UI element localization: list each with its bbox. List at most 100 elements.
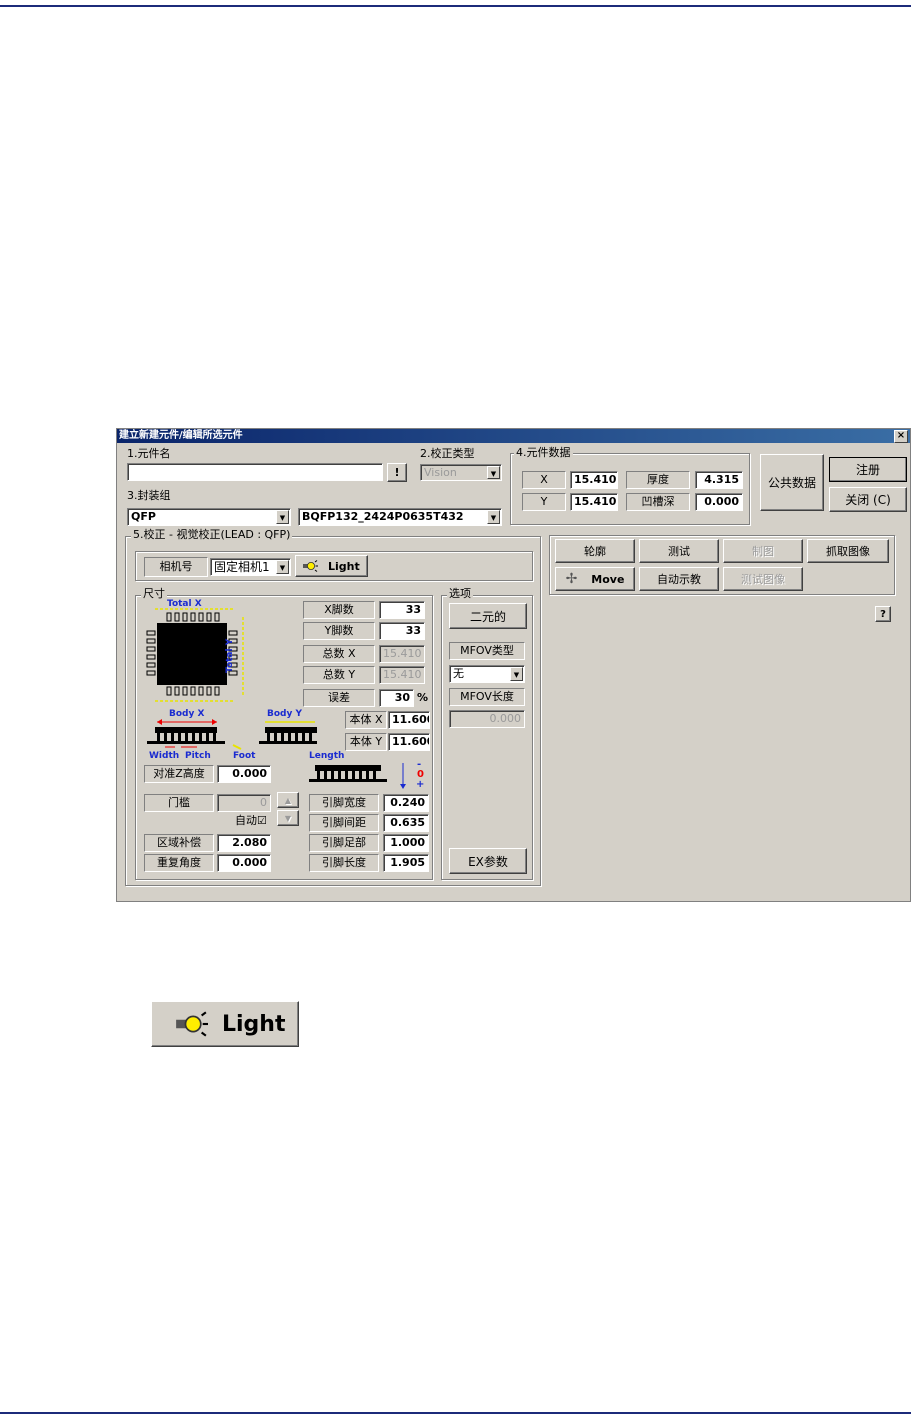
camera-select[interactable]: 固定相机1 ▼ bbox=[210, 558, 291, 576]
groove-value[interactable]: 0.000 bbox=[695, 493, 743, 511]
outline-button[interactable]: 轮廓 bbox=[555, 539, 635, 563]
component-data-group bbox=[510, 453, 750, 525]
light-button-zoom[interactable]: Light bbox=[151, 1001, 299, 1047]
pitch-label: Pitch bbox=[185, 751, 211, 761]
body-y-value[interactable]: 11.600 bbox=[388, 733, 430, 751]
lead-width-value[interactable]: 0.240 bbox=[383, 794, 429, 812]
move-label: Move bbox=[591, 572, 625, 586]
x-value[interactable]: 15.410 bbox=[570, 471, 618, 489]
lead-foot-label: 引脚足部 bbox=[309, 834, 379, 852]
chevron-down-icon: ▼ bbox=[510, 667, 523, 681]
light-zoom-label: Light bbox=[222, 1011, 286, 1037]
body-x-value[interactable]: 11.600 bbox=[388, 711, 430, 729]
thickness-label: 厚度 bbox=[626, 471, 690, 489]
align-z-value[interactable]: 0.000 bbox=[217, 765, 271, 783]
component-name-label: 1.元件名 bbox=[127, 447, 171, 460]
total-x-field-label: 总数 X bbox=[303, 645, 375, 663]
auto-checkbox[interactable]: 自动☑ bbox=[235, 814, 267, 828]
close-button[interactable]: 关闭 (C) bbox=[829, 487, 907, 512]
mfov-length-value[interactable]: 0.000 bbox=[449, 710, 525, 728]
register-button[interactable]: 注册 bbox=[829, 457, 907, 482]
calib-type-label: 2.校正类型 bbox=[420, 447, 475, 460]
y-value[interactable]: 15.410 bbox=[570, 493, 618, 511]
y-label: Y bbox=[522, 493, 566, 511]
component-dialog: 建立新建元件/编辑所选元件 × 1.元件名 ! 2.校正类型 Vision ▼ … bbox=[116, 428, 911, 902]
y-pins-value[interactable]: 33 bbox=[379, 622, 425, 640]
total-y-value[interactable]: 15.410 bbox=[379, 666, 425, 684]
mfov-type-select[interactable]: 无 ▼ bbox=[449, 665, 525, 683]
body-y-field-label: 本体 Y bbox=[345, 733, 387, 751]
make-image-button[interactable]: 制图 bbox=[723, 539, 803, 563]
move-button[interactable]: ✢ Move bbox=[555, 567, 635, 591]
thickness-value[interactable]: 4.315 bbox=[695, 471, 743, 489]
component-name-input[interactable] bbox=[127, 463, 383, 481]
x-pins-label: X脚数 bbox=[303, 601, 375, 619]
public-data-button[interactable]: 公共数据 bbox=[760, 454, 824, 511]
y-pins-label: Y脚数 bbox=[303, 622, 375, 640]
test-button[interactable]: 测试 bbox=[639, 539, 719, 563]
lightbulb-icon bbox=[176, 1011, 208, 1037]
dialog-title: 建立新建元件/编辑所选元件 bbox=[119, 430, 243, 441]
camera-value: 固定相机1 bbox=[214, 560, 270, 574]
lead-pitch-label: 引脚间距 bbox=[309, 814, 379, 832]
lead-length-value[interactable]: 1.905 bbox=[383, 854, 429, 872]
lead-pitch-value[interactable]: 0.635 bbox=[383, 814, 429, 832]
calibration-title: 5.校正 - 视觉校正(LEAD : QFP) bbox=[131, 528, 293, 541]
repeat-angle-value[interactable]: 0.000 bbox=[217, 854, 271, 872]
component-data-title: 4.元件数据 bbox=[514, 446, 573, 459]
package-group-select[interactable]: QFP ▼ bbox=[127, 508, 291, 526]
header-rule bbox=[0, 5, 911, 7]
total-x-value[interactable]: 15.410 bbox=[379, 645, 425, 663]
calib-type-select[interactable]: Vision ▼ bbox=[420, 464, 502, 481]
capture-image-button[interactable]: 抓取图像 bbox=[807, 539, 889, 563]
threshold-label: 门槛 bbox=[144, 794, 214, 812]
width-label: Width bbox=[149, 751, 180, 761]
total-y-field-label: 总数 Y bbox=[303, 666, 375, 684]
name-confirm-button[interactable]: ! bbox=[387, 463, 407, 482]
groove-label: 凹槽深 bbox=[626, 493, 690, 511]
test-image-button[interactable]: 测试图像 bbox=[723, 567, 803, 591]
lightbulb-icon bbox=[303, 560, 318, 572]
tolerance-unit: % bbox=[417, 691, 429, 704]
z-plus: + bbox=[416, 779, 425, 790]
dialog-titlebar: 建立新建元件/编辑所选元件 × bbox=[117, 429, 910, 443]
move-icon: ✢ bbox=[565, 571, 578, 587]
threshold-up-button[interactable]: ▲ bbox=[277, 792, 299, 808]
body-x-label: Body X bbox=[169, 709, 205, 719]
help-button[interactable]: ? bbox=[875, 606, 891, 622]
area-comp-value[interactable]: 2.080 bbox=[217, 834, 271, 852]
options-group bbox=[441, 595, 533, 880]
chevron-down-icon: ▼ bbox=[487, 466, 500, 479]
body-y-label: Body Y bbox=[267, 709, 303, 719]
auto-teach-button[interactable]: 自动示教 bbox=[639, 567, 719, 591]
body-x-field-label: 本体 X bbox=[345, 711, 387, 729]
light-button[interactable]: Light bbox=[295, 555, 368, 577]
package-group-label: 3.封装组 bbox=[127, 489, 171, 502]
chevron-down-icon: ▼ bbox=[276, 560, 289, 574]
lead-foot-value[interactable]: 1.000 bbox=[383, 834, 429, 852]
package-value: BQFP132_2424P0635T432 bbox=[302, 510, 464, 523]
threshold-down-button[interactable]: ▼ bbox=[277, 810, 299, 826]
close-icon[interactable]: × bbox=[894, 430, 908, 443]
threshold-value[interactable]: 0 bbox=[217, 794, 271, 812]
repeat-angle-label: 重复角度 bbox=[144, 854, 214, 872]
calib-type-value: Vision bbox=[424, 466, 457, 479]
mfov-type-label: MFOV类型 bbox=[449, 642, 525, 660]
foot-label: Foot bbox=[233, 751, 256, 761]
area-comp-label: 区域补偿 bbox=[144, 834, 214, 852]
options-title: 选项 bbox=[447, 587, 473, 600]
lead-length-label: 引脚长度 bbox=[309, 854, 379, 872]
tolerance-label: 误差 bbox=[303, 689, 375, 707]
camera-label: 相机号 bbox=[144, 557, 208, 577]
binary-button[interactable]: 二元的 bbox=[449, 603, 527, 629]
total-y-label: Total Y bbox=[225, 638, 235, 673]
tolerance-value[interactable]: 30 bbox=[379, 689, 414, 707]
package-select[interactable]: BQFP132_2424P0635T432 ▼ bbox=[298, 508, 502, 526]
lead-width-label: 引脚宽度 bbox=[309, 794, 379, 812]
ex-params-button[interactable]: EX参数 bbox=[449, 848, 527, 874]
light-label: Light bbox=[328, 559, 360, 573]
total-x-label: Total X bbox=[167, 599, 202, 609]
chevron-down-icon: ▼ bbox=[276, 510, 289, 524]
x-pins-value[interactable]: 33 bbox=[379, 601, 425, 619]
align-z-label: 对准Z高度 bbox=[144, 765, 214, 783]
